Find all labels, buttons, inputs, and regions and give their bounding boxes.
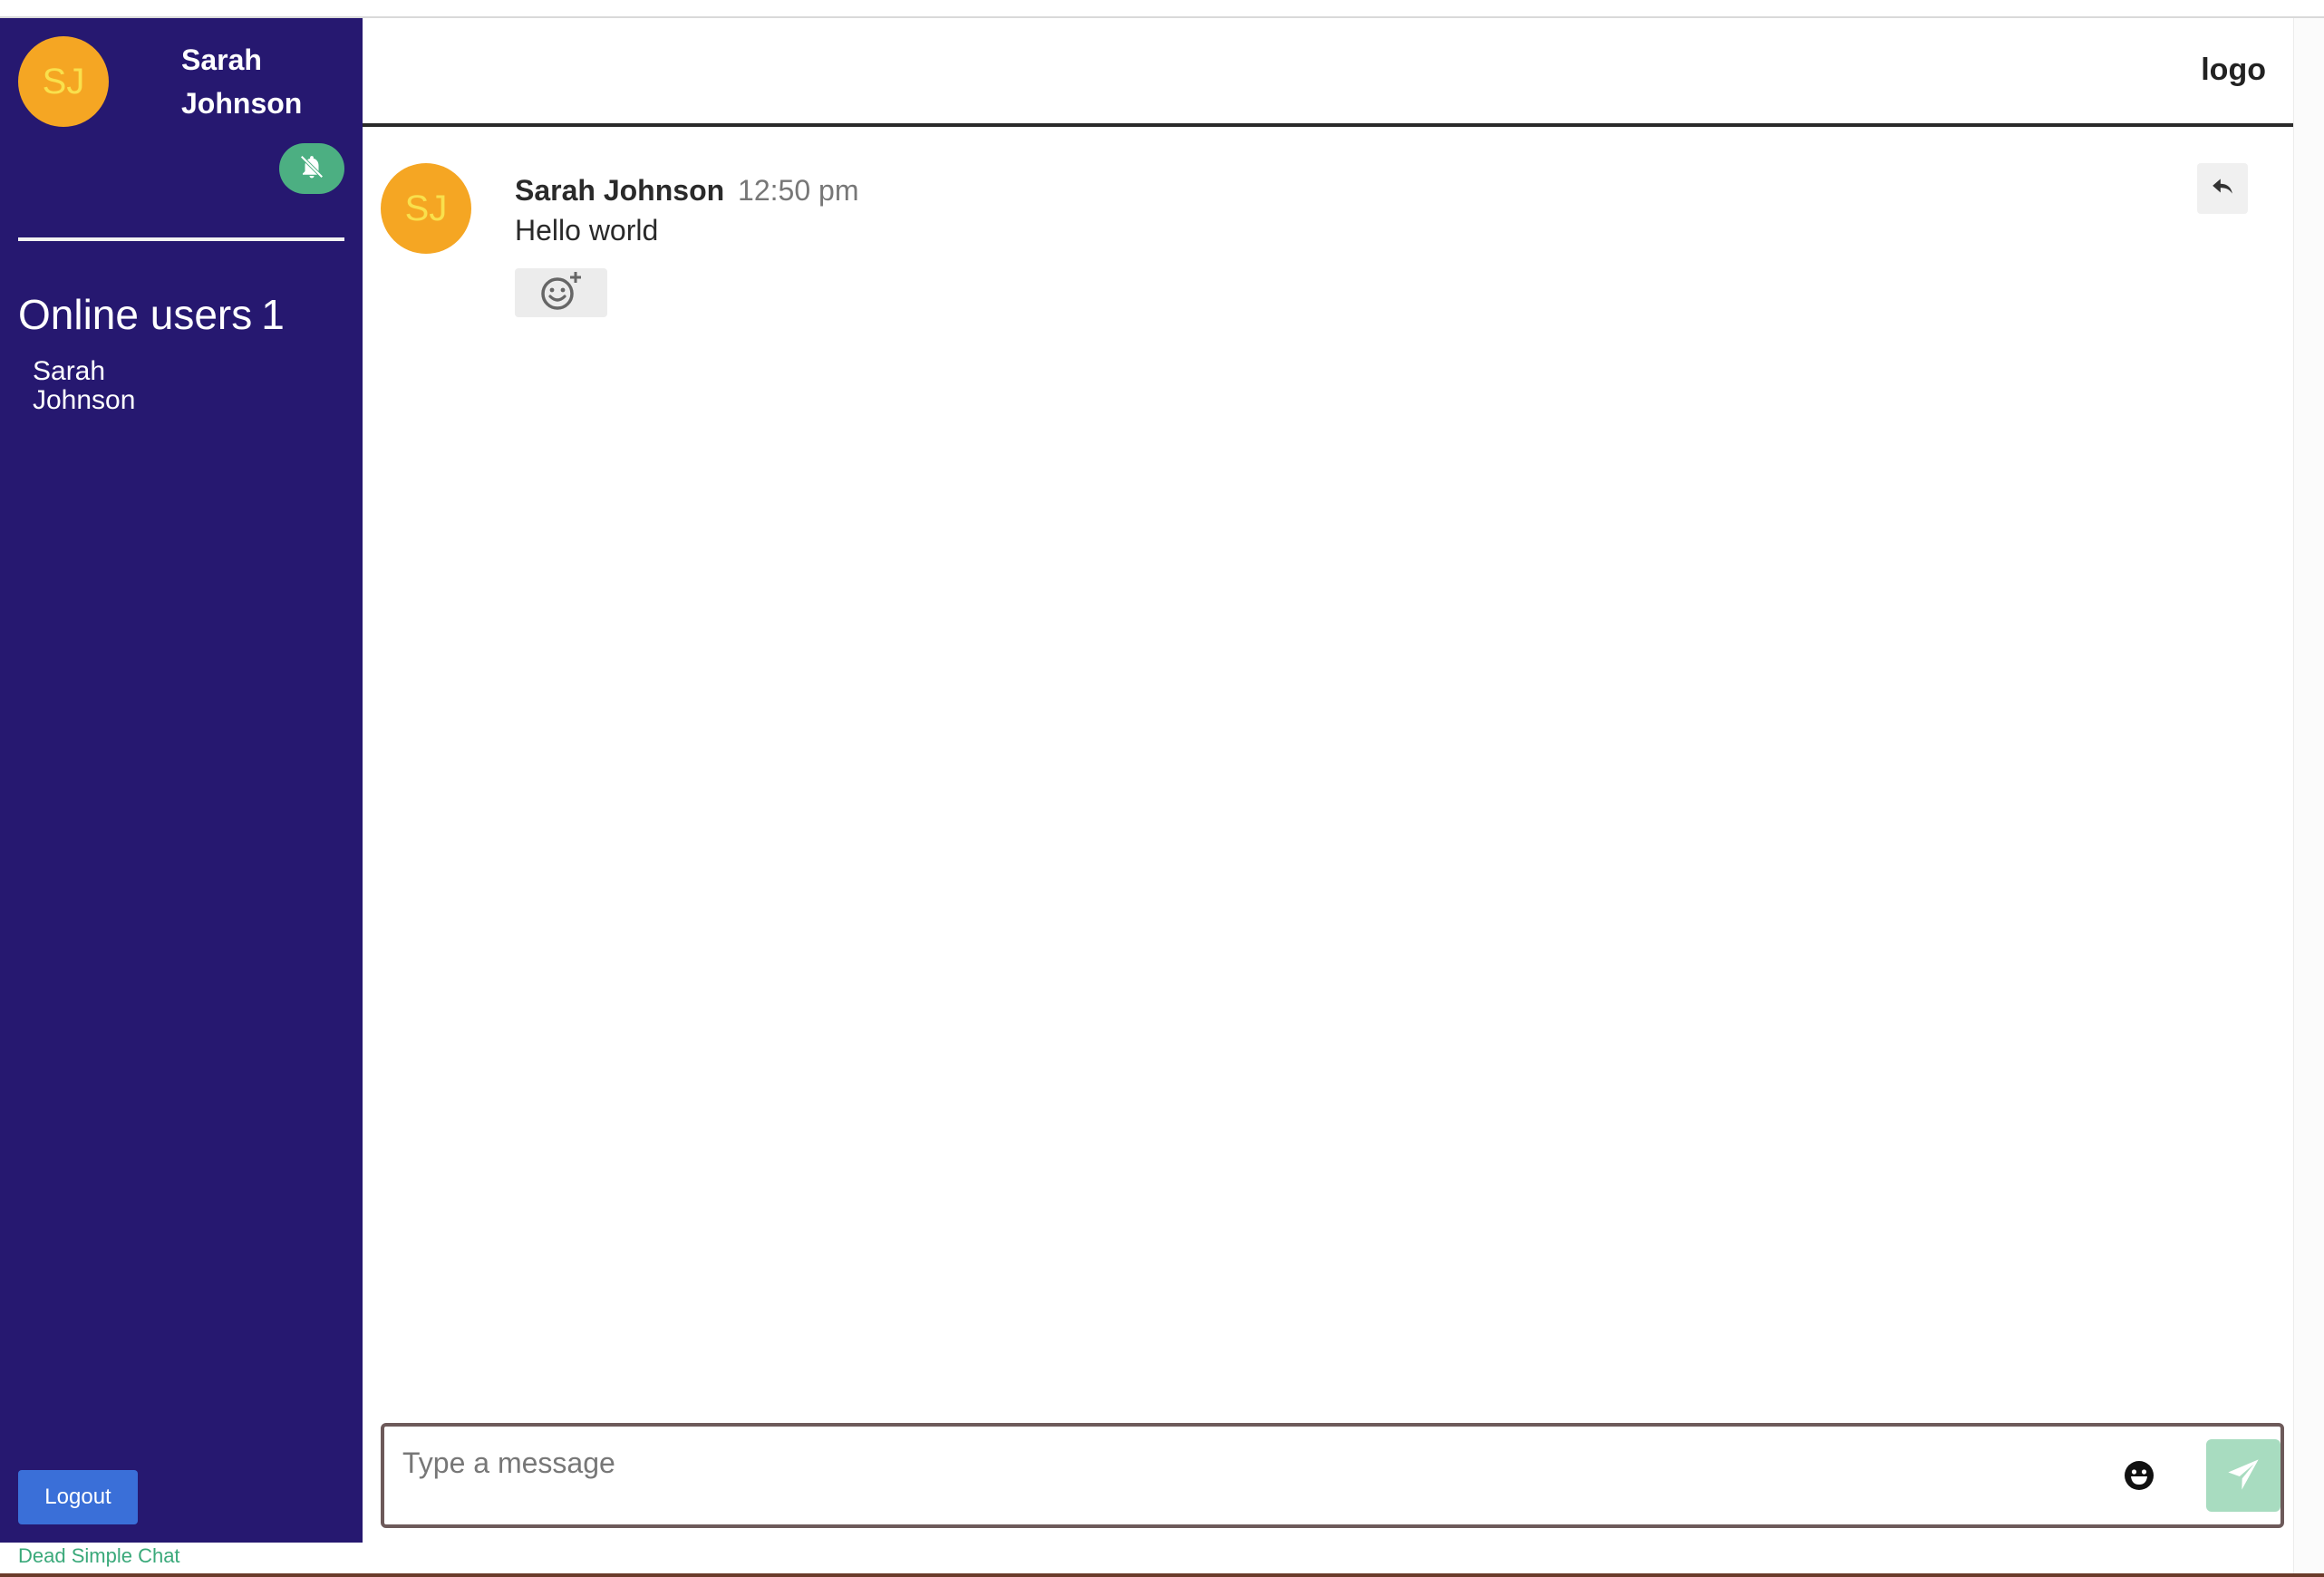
online-user-item[interactable]: Sarah Johnson [33, 357, 214, 415]
sidebar: SJ Sarah Johnson Online users 1 Sarah Joh… [0, 18, 363, 1543]
chat-main: logo SJ Sarah Johnson 12:50 pm Hello wor… [363, 18, 2293, 1543]
message-time: 12:50 pm [738, 174, 859, 207]
online-users-label: Online users [18, 291, 253, 338]
user-avatar-initials: SJ [42, 61, 85, 102]
bell-off-icon [298, 153, 325, 185]
user-name-line2: Johnson [181, 87, 303, 120]
logout-button[interactable]: Logout [18, 1470, 138, 1524]
send-icon [2225, 1456, 2261, 1495]
user-name-line1: Sarah [181, 44, 262, 76]
message-text: Hello world [515, 214, 659, 247]
logo: logo [2201, 53, 2266, 87]
message-input[interactable] [402, 1436, 2034, 1490]
online-user-name-line2: Johnson [33, 385, 136, 415]
emoji-picker-button[interactable] [2121, 1459, 2157, 1495]
online-users-list: Sarah Johnson [33, 357, 214, 415]
send-button[interactable] [2206, 1439, 2280, 1512]
scrollbar-track[interactable] [2293, 18, 2324, 1577]
top-border [0, 0, 2324, 18]
add-reaction-icon [536, 268, 586, 318]
chat-app: SJ Sarah Johnson Online users 1 Sarah Joh… [0, 0, 2324, 1577]
reply-button[interactable] [2197, 163, 2248, 214]
notification-toggle-button[interactable] [279, 143, 344, 194]
bottom-edge [0, 1573, 2324, 1577]
add-reaction-button[interactable] [515, 268, 607, 317]
message-header: Sarah Johnson 12:50 pm [515, 174, 858, 208]
online-users-heading: Online users 1 [18, 290, 285, 339]
message-author[interactable]: Sarah Johnson [515, 174, 724, 207]
user-name: Sarah Johnson [181, 38, 344, 125]
reply-icon [2211, 177, 2234, 201]
online-user-name-line1: Sarah [33, 356, 106, 386]
sidebar-divider [18, 237, 344, 241]
brand-link[interactable]: Dead Simple Chat [18, 1544, 180, 1568]
message-item: SJ Sarah Johnson 12:50 pm Hello world [381, 163, 2266, 344]
user-avatar: SJ [18, 36, 109, 127]
message-avatar-initials: SJ [404, 188, 448, 228]
online-users-count: 1 [261, 291, 285, 338]
emoji-icon [2124, 1460, 2155, 1495]
message-avatar: SJ [381, 163, 471, 254]
chat-header: logo [363, 18, 2293, 127]
message-composer [381, 1423, 2284, 1528]
